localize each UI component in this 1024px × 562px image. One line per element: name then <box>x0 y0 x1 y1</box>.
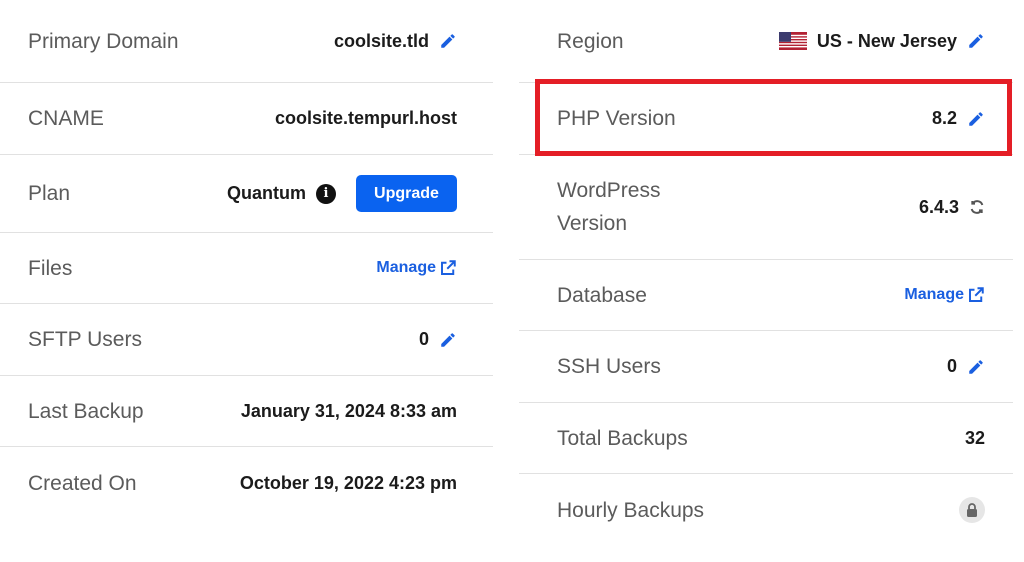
external-link-icon <box>967 286 985 304</box>
row-hourly-backups: Hourly Backups <box>519 474 1013 546</box>
region-value: US - New Jersey <box>816 30 957 51</box>
external-link-icon <box>439 259 457 277</box>
row-last-backup: Last Backup January 31, 2024 8:33 am <box>0 376 493 447</box>
files-manage-link[interactable]: Manage <box>376 259 457 277</box>
site-details-right-column: Region US - New Jersey PHP Version 8.2 W… <box>519 0 1013 546</box>
row-cname: CNAME coolsite.tempurl.host <box>0 83 493 155</box>
edit-primary-domain-pencil-icon[interactable] <box>439 32 457 50</box>
ssh-users-label: SSH Users <box>557 355 661 378</box>
files-label: Files <box>28 256 73 280</box>
edit-php-version-pencil-icon[interactable] <box>967 110 985 128</box>
refresh-icon[interactable] <box>969 199 985 215</box>
row-ssh-users: SSH Users 0 <box>519 331 1013 403</box>
wordpress-version-label: WordPress Version <box>557 174 660 240</box>
row-sftp-users: SFTP Users 0 <box>0 304 493 376</box>
sftp-users-label: SFTP Users <box>28 328 142 351</box>
site-details-left-column: Primary Domain coolsite.tld CNAME coolsi… <box>0 0 493 519</box>
hourly-backups-label: Hourly Backups <box>557 498 705 522</box>
region-label: Region <box>557 29 624 53</box>
primary-domain-value: coolsite.tld <box>333 30 429 51</box>
row-total-backups: Total Backups 32 <box>519 403 1013 474</box>
total-backups-value: 32 <box>964 427 985 448</box>
created-on-value: October 19, 2022 4:23 pm <box>239 472 457 493</box>
php-version-value: 8.2 <box>931 108 957 128</box>
cname-label: CNAME <box>28 107 104 130</box>
wordpress-version-label-line2: Version <box>557 212 628 235</box>
wordpress-version-value: 6.4.3 <box>918 196 959 217</box>
edit-ssh-users-pencil-icon[interactable] <box>967 358 985 376</box>
last-backup-label: Last Backup <box>28 399 144 423</box>
database-manage-link-text: Manage <box>904 286 964 303</box>
edit-region-pencil-icon[interactable] <box>967 32 985 50</box>
plan-info-icon[interactable]: i <box>316 183 336 204</box>
php-version-label: PHP Version <box>557 107 676 130</box>
plan-label: Plan <box>28 182 71 205</box>
sftp-users-value: 0 <box>418 329 429 349</box>
cname-value: coolsite.tempurl.host <box>274 108 457 128</box>
edit-sftp-users-pencil-icon[interactable] <box>439 331 457 349</box>
database-manage-link[interactable]: Manage <box>904 286 985 304</box>
ssh-users-value: 0 <box>946 356 957 376</box>
row-created-on: Created On October 19, 2022 4:23 pm <box>0 447 493 519</box>
row-files: Files Manage <box>0 233 493 304</box>
primary-domain-label: Primary Domain <box>28 29 179 53</box>
files-manage-link-text: Manage <box>376 259 436 276</box>
total-backups-label: Total Backups <box>557 426 688 450</box>
wordpress-version-label-line1: WordPress <box>557 179 661 202</box>
database-label: Database <box>557 283 647 307</box>
us-flag-icon <box>778 32 807 50</box>
row-php-version: PHP Version 8.2 <box>519 83 1013 155</box>
plan-value: Quantum <box>227 183 306 203</box>
row-primary-domain: Primary Domain coolsite.tld <box>0 0 493 83</box>
lock-icon[interactable] <box>959 497 985 523</box>
row-region: Region US - New Jersey <box>519 0 1013 83</box>
last-backup-value: January 31, 2024 8:33 am <box>240 400 457 421</box>
row-plan: Plan Quantum i Upgrade <box>0 155 493 233</box>
row-database: Database Manage <box>519 260 1013 331</box>
row-wordpress-version: WordPress Version 6.4.3 <box>519 155 1013 260</box>
created-on-label: Created On <box>28 471 137 495</box>
upgrade-button[interactable]: Upgrade <box>356 175 457 212</box>
